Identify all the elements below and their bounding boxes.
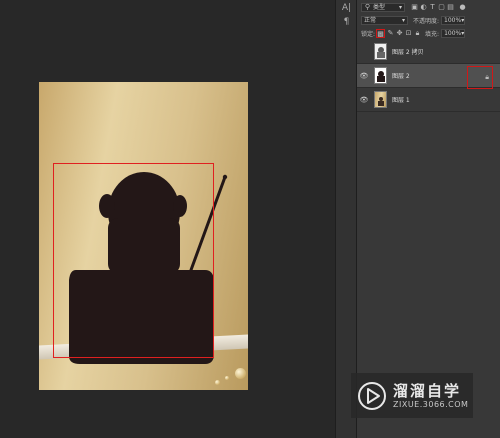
watermark-title: 溜溜自学 xyxy=(393,381,462,400)
opacity-input[interactable]: 100% ▾ xyxy=(441,15,466,25)
layer-filter-row: ⚲ 类型 ▾ ▣ ◐ T ▢ ▤ ● xyxy=(357,1,500,13)
filter-type-icon[interactable]: T xyxy=(429,3,436,11)
canvas-workspace[interactable] xyxy=(0,0,335,438)
eye-icon[interactable]: 👁︎ xyxy=(357,96,371,104)
layer-name: 图层 2 xyxy=(392,73,410,80)
lock-artboard-icon[interactable]: ⊡ xyxy=(405,29,412,37)
fill-label: 填充: xyxy=(425,30,440,38)
lock-image-pixels-icon[interactable]: ✎ xyxy=(387,29,394,37)
layer-thumbnail xyxy=(374,91,387,108)
paragraph-panel-icon[interactable]: ¶ xyxy=(336,16,357,28)
layer-lock-indicator[interactable]: 🔒︎ xyxy=(467,66,493,89)
layer-thumbnail xyxy=(374,43,387,60)
search-icon: ⚲ xyxy=(364,2,371,11)
filter-toggle-icon[interactable]: ● xyxy=(459,3,466,11)
decor-bubble xyxy=(215,380,220,385)
blend-opacity-row: 正常 ▾ 不透明度: 100% ▾ xyxy=(357,14,500,26)
selection-rectangle xyxy=(53,163,214,358)
filter-smartobject-icon[interactable]: ▤ xyxy=(447,3,454,11)
lock-transparent-pixels-icon[interactable]: ▩ xyxy=(376,28,386,38)
watermark: 溜溜自学 ZIXUE.3066.COM xyxy=(351,373,473,418)
character-panel-icon[interactable]: A| xyxy=(336,2,357,14)
lock-all-icon[interactable]: 🔒︎ xyxy=(414,29,421,37)
decor-bubble xyxy=(225,376,229,380)
play-logo-icon xyxy=(358,381,386,410)
chevron-down-icon: ▾ xyxy=(461,16,465,24)
filter-shape-icon[interactable]: ▢ xyxy=(438,3,445,11)
layer-row-selected[interactable]: 👁︎ 图层 2 🔒︎ xyxy=(357,64,500,89)
layer-row[interactable]: 👁︎ 图层 1 xyxy=(357,88,500,112)
filter-adjustment-icon[interactable]: ◐ xyxy=(420,3,427,11)
filter-kind-select[interactable]: ⚲ 类型 ▾ xyxy=(361,2,405,12)
watermark-url: ZIXUE.3066.COM xyxy=(393,399,469,409)
layer-row[interactable]: 图层 2 拷贝 xyxy=(357,40,500,64)
layer-thumbnail xyxy=(374,67,387,84)
filter-pixel-icon[interactable]: ▣ xyxy=(411,3,418,11)
chevron-down-icon: ▾ xyxy=(401,16,405,24)
opacity-label: 不透明度: xyxy=(413,17,440,25)
panel-footer xyxy=(357,424,500,438)
blend-mode-select[interactable]: 正常 ▾ xyxy=(361,15,408,25)
lock-fill-row: 锁定: ▩ ✎ ✥ ⊡ 🔒︎ 填充: 100% ▾ xyxy=(357,27,500,39)
lock-label: 锁定: xyxy=(361,30,376,38)
eye-icon[interactable]: 👁︎ xyxy=(357,72,371,80)
lock-icon: 🔒︎ xyxy=(485,73,489,81)
layer-name: 图层 1 xyxy=(392,97,410,104)
lock-position-icon[interactable]: ✥ xyxy=(396,29,403,37)
layer-name: 图层 2 拷贝 xyxy=(392,49,424,56)
fill-input[interactable]: 100% ▾ xyxy=(441,28,466,38)
chevron-down-icon: ▾ xyxy=(461,29,465,37)
decor-bubble xyxy=(235,368,246,379)
chevron-down-icon: ▾ xyxy=(398,3,402,11)
